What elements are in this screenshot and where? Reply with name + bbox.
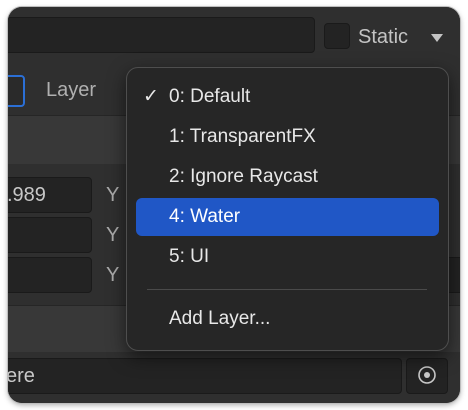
rotation-y-label: Y <box>106 224 120 246</box>
static-label[interactable]: Static <box>358 26 408 49</box>
add-layer-label: Add Layer... <box>169 308 271 329</box>
target-picker-icon[interactable] <box>417 365 437 385</box>
layer-menu-item-label: 0: Default <box>169 86 251 107</box>
tag-dropdown[interactable] <box>8 75 25 107</box>
chevron-down-icon[interactable] <box>431 34 443 42</box>
layer-menu-item-water[interactable]: 4: Water <box>136 198 439 236</box>
layer-menu-item-transparentfx[interactable]: 1: TransparentFX <box>136 118 439 156</box>
layer-menu-item-label: 5: UI <box>169 246 210 267</box>
layer-label: Layer <box>46 79 97 101</box>
checkmark-icon: ✓ <box>143 86 159 107</box>
rotation-x-field[interactable] <box>8 217 92 253</box>
bottom-row: ere <box>8 352 460 403</box>
layer-menu-item-label: 1: TransparentFX <box>169 126 316 147</box>
layer-menu-item-ui[interactable]: 5: UI <box>136 238 439 276</box>
position-y-label: Y <box>106 184 120 206</box>
layer-menu-item-label: 4: Water <box>169 206 241 227</box>
inspector-panel: Static Layer .989 Y Y Y ere ✓ 0: Default… <box>8 7 460 403</box>
layer-menu-item-label: 2: Ignore Raycast <box>169 166 318 187</box>
object-reference-value: ere <box>8 365 35 387</box>
layer-dropdown-menu: ✓ 0: Default 1: TransparentFX 2: Ignore … <box>126 67 449 351</box>
static-checkbox[interactable] <box>324 23 350 49</box>
object-name-field[interactable] <box>8 17 315 53</box>
layer-menu-item-ignore-raycast[interactable]: 2: Ignore Raycast <box>136 158 439 196</box>
position-x-value: .989 <box>8 184 46 206</box>
header-row: Static <box>8 7 460 59</box>
object-reference-field[interactable] <box>8 358 402 394</box>
add-layer-menu-item[interactable]: Add Layer... <box>136 300 439 338</box>
scale-x-field[interactable] <box>8 257 92 293</box>
menu-separator <box>147 289 427 290</box>
layer-menu-item-default[interactable]: ✓ 0: Default <box>136 78 439 116</box>
scale-y-label: Y <box>106 264 120 286</box>
